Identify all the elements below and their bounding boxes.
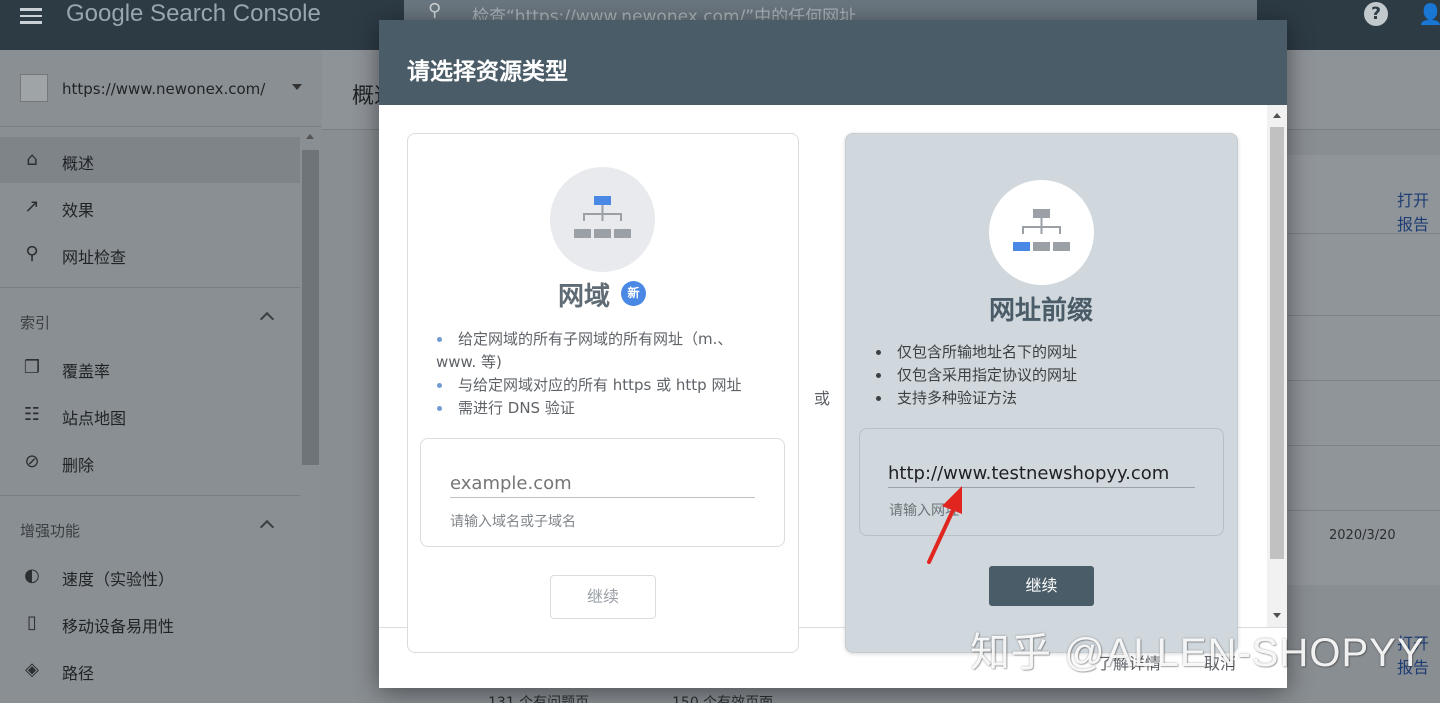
sidebar-item-overview[interactable]: ⌂ 概述 bbox=[0, 137, 300, 183]
scroll-down-icon[interactable] bbox=[1273, 613, 1281, 618]
sidebar-item-mobile-usability[interactable]: ▯ 移动设备易用性 bbox=[0, 600, 300, 646]
sidebar-item-label: 路径 bbox=[62, 664, 95, 683]
sidebar-item-speed[interactable]: ◐ 速度（实验性） bbox=[0, 553, 300, 599]
domain-illustration bbox=[550, 167, 655, 272]
chevron-up-icon[interactable] bbox=[259, 311, 275, 327]
list-item: 与给定网域对应的所有 https 或 http 网址 bbox=[436, 374, 776, 397]
app-brand[interactable]: Google Search Console bbox=[66, 0, 321, 28]
sidebar: https://www.newonex.com/ ⌂ 概述 ↗ 效果 ⚲ 网址检… bbox=[0, 50, 322, 703]
list-item: www. 等) bbox=[436, 353, 502, 371]
domain-feature-list: 给定网域的所有子网域的所有网址（m.、 www. 等) 与给定网域对应的所有 h… bbox=[436, 328, 776, 420]
user-settings-icon[interactable]: 👤 bbox=[1418, 2, 1440, 26]
sidebar-divider bbox=[0, 287, 300, 288]
sidebar-item-label: 覆盖率 bbox=[62, 362, 111, 381]
sidebar-item-sitemaps[interactable]: ☷ 站点地图 bbox=[0, 392, 300, 438]
row-divider bbox=[1287, 380, 1440, 381]
section-label: 增强功能 bbox=[20, 522, 81, 540]
url-prefix-illustration bbox=[989, 180, 1094, 285]
sidebar-item-label: 效果 bbox=[62, 201, 95, 220]
sitemap-icon bbox=[1013, 209, 1070, 251]
watermark: 知乎 @ALLEN-SHOPYY bbox=[970, 631, 1425, 675]
url-prefix-feature-list: 仅包含所输地址名下的网址 仅包含采用指定协议的网址 支持多种验证方法 bbox=[875, 341, 1215, 410]
domain-title: 网域 bbox=[558, 282, 611, 312]
section-label: 索引 bbox=[20, 314, 51, 332]
layers-icon: ◈ bbox=[25, 659, 39, 680]
help-icon[interactable]: ? bbox=[1364, 2, 1388, 26]
scroll-up-icon[interactable] bbox=[1273, 113, 1281, 118]
row-divider bbox=[1287, 510, 1440, 511]
sidebar-item-breadcrumbs[interactable]: ◈ 路径 bbox=[0, 647, 300, 693]
or-separator: 或 bbox=[814, 389, 831, 408]
chevron-up-icon[interactable] bbox=[259, 519, 275, 535]
sidebar-item-url-inspection[interactable]: ⚲ 网址检查 bbox=[0, 231, 300, 277]
dialog-header: 请选择资源类型 bbox=[379, 20, 1287, 105]
home-icon: ⌂ bbox=[26, 149, 38, 170]
sidebar-item-label: 移动设备易用性 bbox=[62, 617, 175, 636]
search-icon: ⚲ bbox=[428, 0, 442, 21]
sidebar-item-performance[interactable]: ↗ 效果 bbox=[0, 184, 300, 230]
section-enhancements[interactable]: 增强功能 bbox=[0, 506, 300, 552]
domain-continue-button[interactable]: 继续 bbox=[550, 575, 656, 619]
property-favicon bbox=[20, 74, 48, 102]
scroll-up-icon[interactable] bbox=[306, 134, 314, 139]
search-icon: ⚲ bbox=[25, 243, 39, 264]
list-item: 支持多种验证方法 bbox=[875, 387, 1215, 410]
sidebar-item-label: 概述 bbox=[62, 154, 95, 173]
sidebar-divider bbox=[0, 495, 300, 496]
sidebar-item-label: 网址检查 bbox=[62, 248, 127, 267]
list-item: 给定网域的所有子网域的所有网址（m.、 bbox=[436, 328, 776, 351]
sitemap-icon: ☷ bbox=[23, 404, 41, 425]
sidebar-item-label: 删除 bbox=[62, 456, 95, 475]
sidebar-item-label: 速度（实验性） bbox=[62, 570, 175, 589]
dialog-scroll-thumb[interactable] bbox=[1270, 127, 1284, 559]
open-report-link[interactable]: 打开报告 bbox=[1397, 187, 1440, 235]
copy-icon: ❐ bbox=[23, 357, 41, 378]
row-divider bbox=[1287, 445, 1440, 446]
red-arrow-annotation bbox=[927, 486, 962, 564]
list-item: 仅包含所输地址名下的网址 bbox=[875, 341, 1215, 364]
chevron-down-icon[interactable] bbox=[292, 84, 302, 90]
property-selector[interactable]: https://www.newonex.com/ bbox=[0, 50, 322, 127]
property-url: https://www.newonex.com/ bbox=[62, 80, 266, 98]
list-item: 仅包含采用指定协议的网址 bbox=[875, 364, 1215, 387]
dialog-title: 请选择资源类型 bbox=[407, 59, 568, 85]
sidebar-scroll-thumb[interactable] bbox=[302, 150, 319, 465]
chart-date-label: 2020/3/20 bbox=[1329, 528, 1396, 543]
menu-icon[interactable] bbox=[20, 4, 46, 24]
sidebar-item-removals[interactable]: ⊘ 删除 bbox=[0, 439, 300, 485]
trending-up-icon: ↗ bbox=[24, 196, 40, 217]
new-badge: 新 bbox=[621, 281, 646, 306]
phone-icon: ▯ bbox=[27, 612, 37, 633]
domain-input-helper: 请输入域名或子域名 bbox=[450, 514, 576, 530]
section-index[interactable]: 索引 bbox=[0, 298, 300, 344]
speed-icon: ◐ bbox=[24, 565, 40, 586]
list-item: 需进行 DNS 验证 bbox=[436, 397, 776, 420]
url-inspection-search[interactable]: ⚲ 检查“https://www.newonex.com/”中的任何网址 bbox=[404, 0, 1257, 27]
sidebar-item-coverage[interactable]: ❐ 覆盖率 bbox=[0, 345, 300, 391]
row-divider bbox=[1287, 315, 1440, 316]
valid-count: 150 个有效页面 bbox=[672, 695, 774, 703]
visibility-off-icon: ⊘ bbox=[24, 451, 40, 472]
sidebar-item-label: 站点地图 bbox=[62, 409, 127, 428]
issue-count: 131 个有问题页 bbox=[488, 695, 590, 703]
dialog-scrollbar[interactable] bbox=[1267, 105, 1287, 627]
url-prefix-title: 网址前缀 bbox=[989, 296, 1094, 326]
domain-input[interactable] bbox=[450, 470, 754, 496]
sitemap-icon bbox=[574, 196, 631, 238]
input-underline bbox=[450, 497, 755, 498]
url-prefix-continue-button[interactable]: 继续 bbox=[989, 566, 1094, 606]
